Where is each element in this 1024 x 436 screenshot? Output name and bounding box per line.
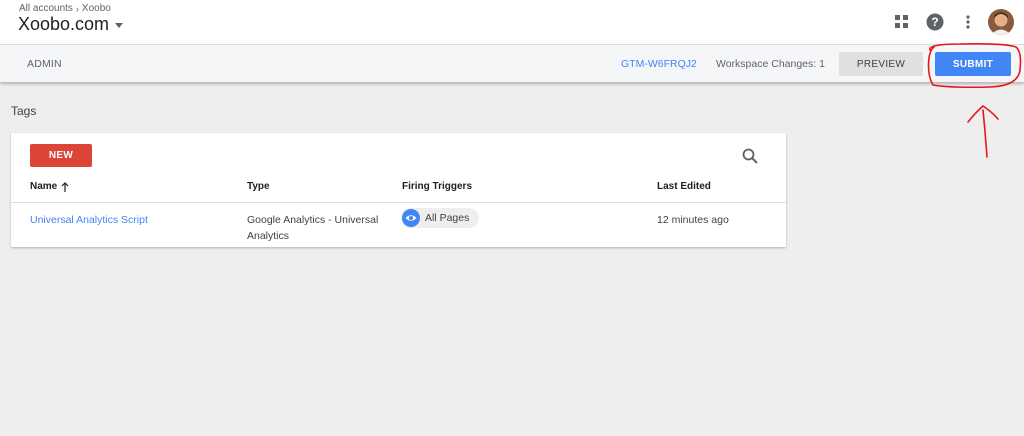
admin-tab[interactable]: ADMIN xyxy=(27,58,62,70)
container-id-link[interactable]: GTM-W6FRQJ2 xyxy=(621,58,697,70)
submit-button[interactable]: SUBMIT xyxy=(935,52,1011,76)
breadcrumb-container[interactable]: Xoobo xyxy=(82,3,111,14)
column-header-firing-triggers[interactable]: Firing Triggers xyxy=(402,181,472,192)
search-icon[interactable] xyxy=(740,146,760,166)
trigger-label: All Pages xyxy=(425,212,470,224)
column-header-last-edited[interactable]: Last Edited xyxy=(657,181,711,192)
container-selector[interactable]: Xoobo.com xyxy=(18,14,124,35)
workspace-toolbar: ADMIN GTM-W6FRQJ2 Workspace Changes: 1 P… xyxy=(0,44,1024,82)
sort-arrow-up-icon xyxy=(61,181,69,192)
table-divider xyxy=(11,202,786,203)
avatar[interactable] xyxy=(988,9,1014,35)
container-name: Xoobo.com xyxy=(18,14,110,34)
annotation-arrow-head xyxy=(967,104,999,123)
apps-grid-icon[interactable] xyxy=(885,6,918,38)
annotation-arrow-shaft xyxy=(982,109,988,158)
tags-table-card: NEW Name Type Firing Triggers Last Edite… xyxy=(11,133,786,247)
workspace-changes-count: Workspace Changes: 1 xyxy=(716,58,825,70)
last-edited-time: 12 minutes ago xyxy=(657,214,729,226)
chevron-right-icon: › xyxy=(75,3,79,14)
breadcrumb: All accounts › Xoobo xyxy=(19,3,111,14)
help-icon[interactable]: ? xyxy=(918,6,951,38)
header-actions: ? xyxy=(885,6,1014,38)
tag-name-link[interactable]: Universal Analytics Script xyxy=(30,212,148,228)
eye-icon xyxy=(402,209,420,227)
tag-type: Google Analytics - Universal Analytics xyxy=(247,214,379,242)
preview-button[interactable]: PREVIEW xyxy=(839,52,923,76)
caret-down-icon xyxy=(115,23,124,28)
page-title: Tags xyxy=(11,104,37,118)
column-header-name-label: Name xyxy=(30,181,58,192)
new-tag-button[interactable]: NEW xyxy=(30,144,92,167)
svg-text:?: ? xyxy=(931,15,938,29)
column-header-name[interactable]: Name xyxy=(30,181,69,192)
breadcrumb-account[interactable]: All accounts xyxy=(19,3,73,14)
more-vert-icon[interactable] xyxy=(951,6,984,38)
column-header-type[interactable]: Type xyxy=(247,181,270,192)
top-header: All accounts › Xoobo Xoobo.com ? xyxy=(0,0,1024,44)
trigger-chip[interactable]: All Pages xyxy=(401,208,480,228)
